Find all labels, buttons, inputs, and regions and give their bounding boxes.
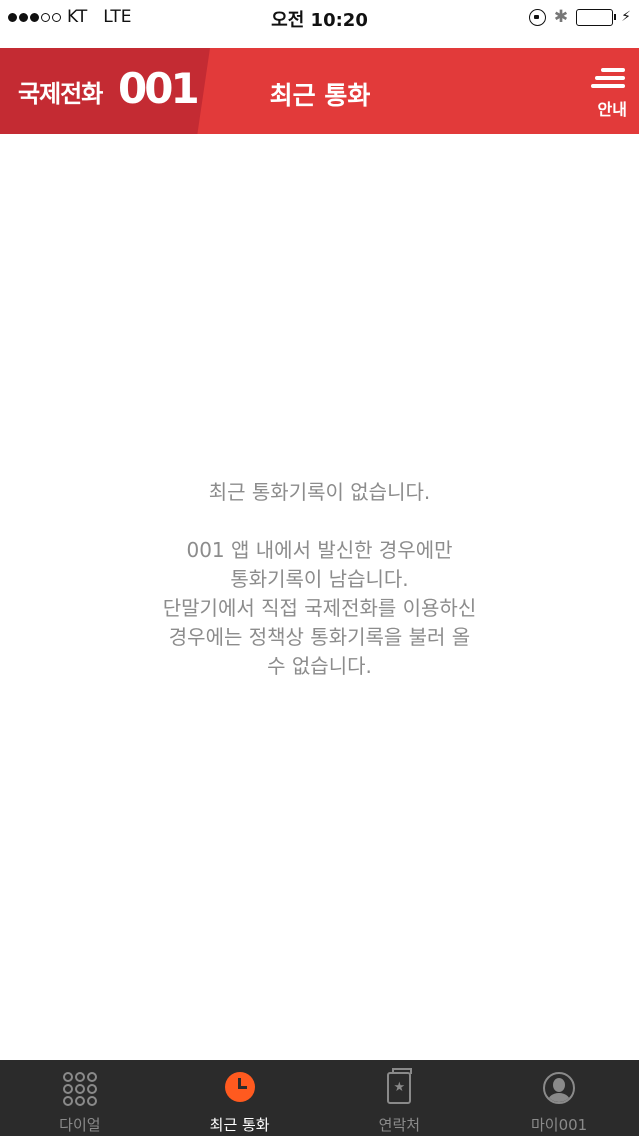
bluetooth-icon: ✱ <box>553 7 569 27</box>
tab-label: 연락처 <box>378 1116 421 1134</box>
tab-label: 다이얼 <box>59 1116 101 1134</box>
profile-icon <box>543 1072 576 1104</box>
empty-state-title: 최근 통화기록이 없습니다. <box>208 480 431 504</box>
tab-recent-calls[interactable]: 최근 통화 <box>160 1060 320 1136</box>
empty-state-line: 001 앱 내에서 발신한 경우에만 <box>186 538 453 562</box>
contacts-book-icon: ★ <box>387 1068 413 1104</box>
tab-my001[interactable]: 마이001 <box>479 1060 639 1136</box>
brand-text: 국제전화 <box>18 80 103 108</box>
battery-icon <box>576 8 617 26</box>
app-header: 국제전화 001 최근 통화 안내 <box>0 48 639 134</box>
brand-logo: 001 <box>118 64 200 113</box>
empty-state-message: 최근 통화기록이 없습니다. 001 앱 내에서 발신한 경우에만 통화기록이 … <box>0 478 639 681</box>
empty-state-line: 단말기에서 직접 국제전화를 이용하신 <box>162 596 477 620</box>
empty-state-line: 경우에는 정책상 통화기록을 불러 올 <box>168 625 471 649</box>
dialpad-icon <box>62 1072 97 1106</box>
rotation-lock-icon <box>528 8 546 26</box>
page-title: 최근 통화 <box>269 81 371 110</box>
menu-label: 안내 <box>597 100 627 119</box>
empty-state-line: 통화기록이 남습니다. <box>230 567 409 591</box>
guide-menu-button[interactable]: 안내 <box>587 66 627 126</box>
menu-icon <box>591 68 625 92</box>
clock-icon <box>224 1072 255 1102</box>
empty-state-line: 수 없습니다. <box>267 654 372 678</box>
brand-area[interactable]: 국제전화 001 <box>0 48 210 134</box>
tab-label: 최근 통화 <box>209 1116 270 1134</box>
status-right: ✱ ⚡ <box>528 7 631 27</box>
tab-dial[interactable]: 다이얼 <box>0 1060 160 1136</box>
charging-icon: ⚡ <box>621 9 631 25</box>
tab-contacts[interactable]: ★ 연락처 <box>320 1060 480 1136</box>
bottom-tab-bar: 다이얼 최근 통화 ★ 연락처 마이001 <box>0 1060 639 1136</box>
tab-label: 마이001 <box>531 1116 588 1134</box>
status-bar: KT LTE 오전 10:20 ✱ ⚡ <box>0 0 639 36</box>
